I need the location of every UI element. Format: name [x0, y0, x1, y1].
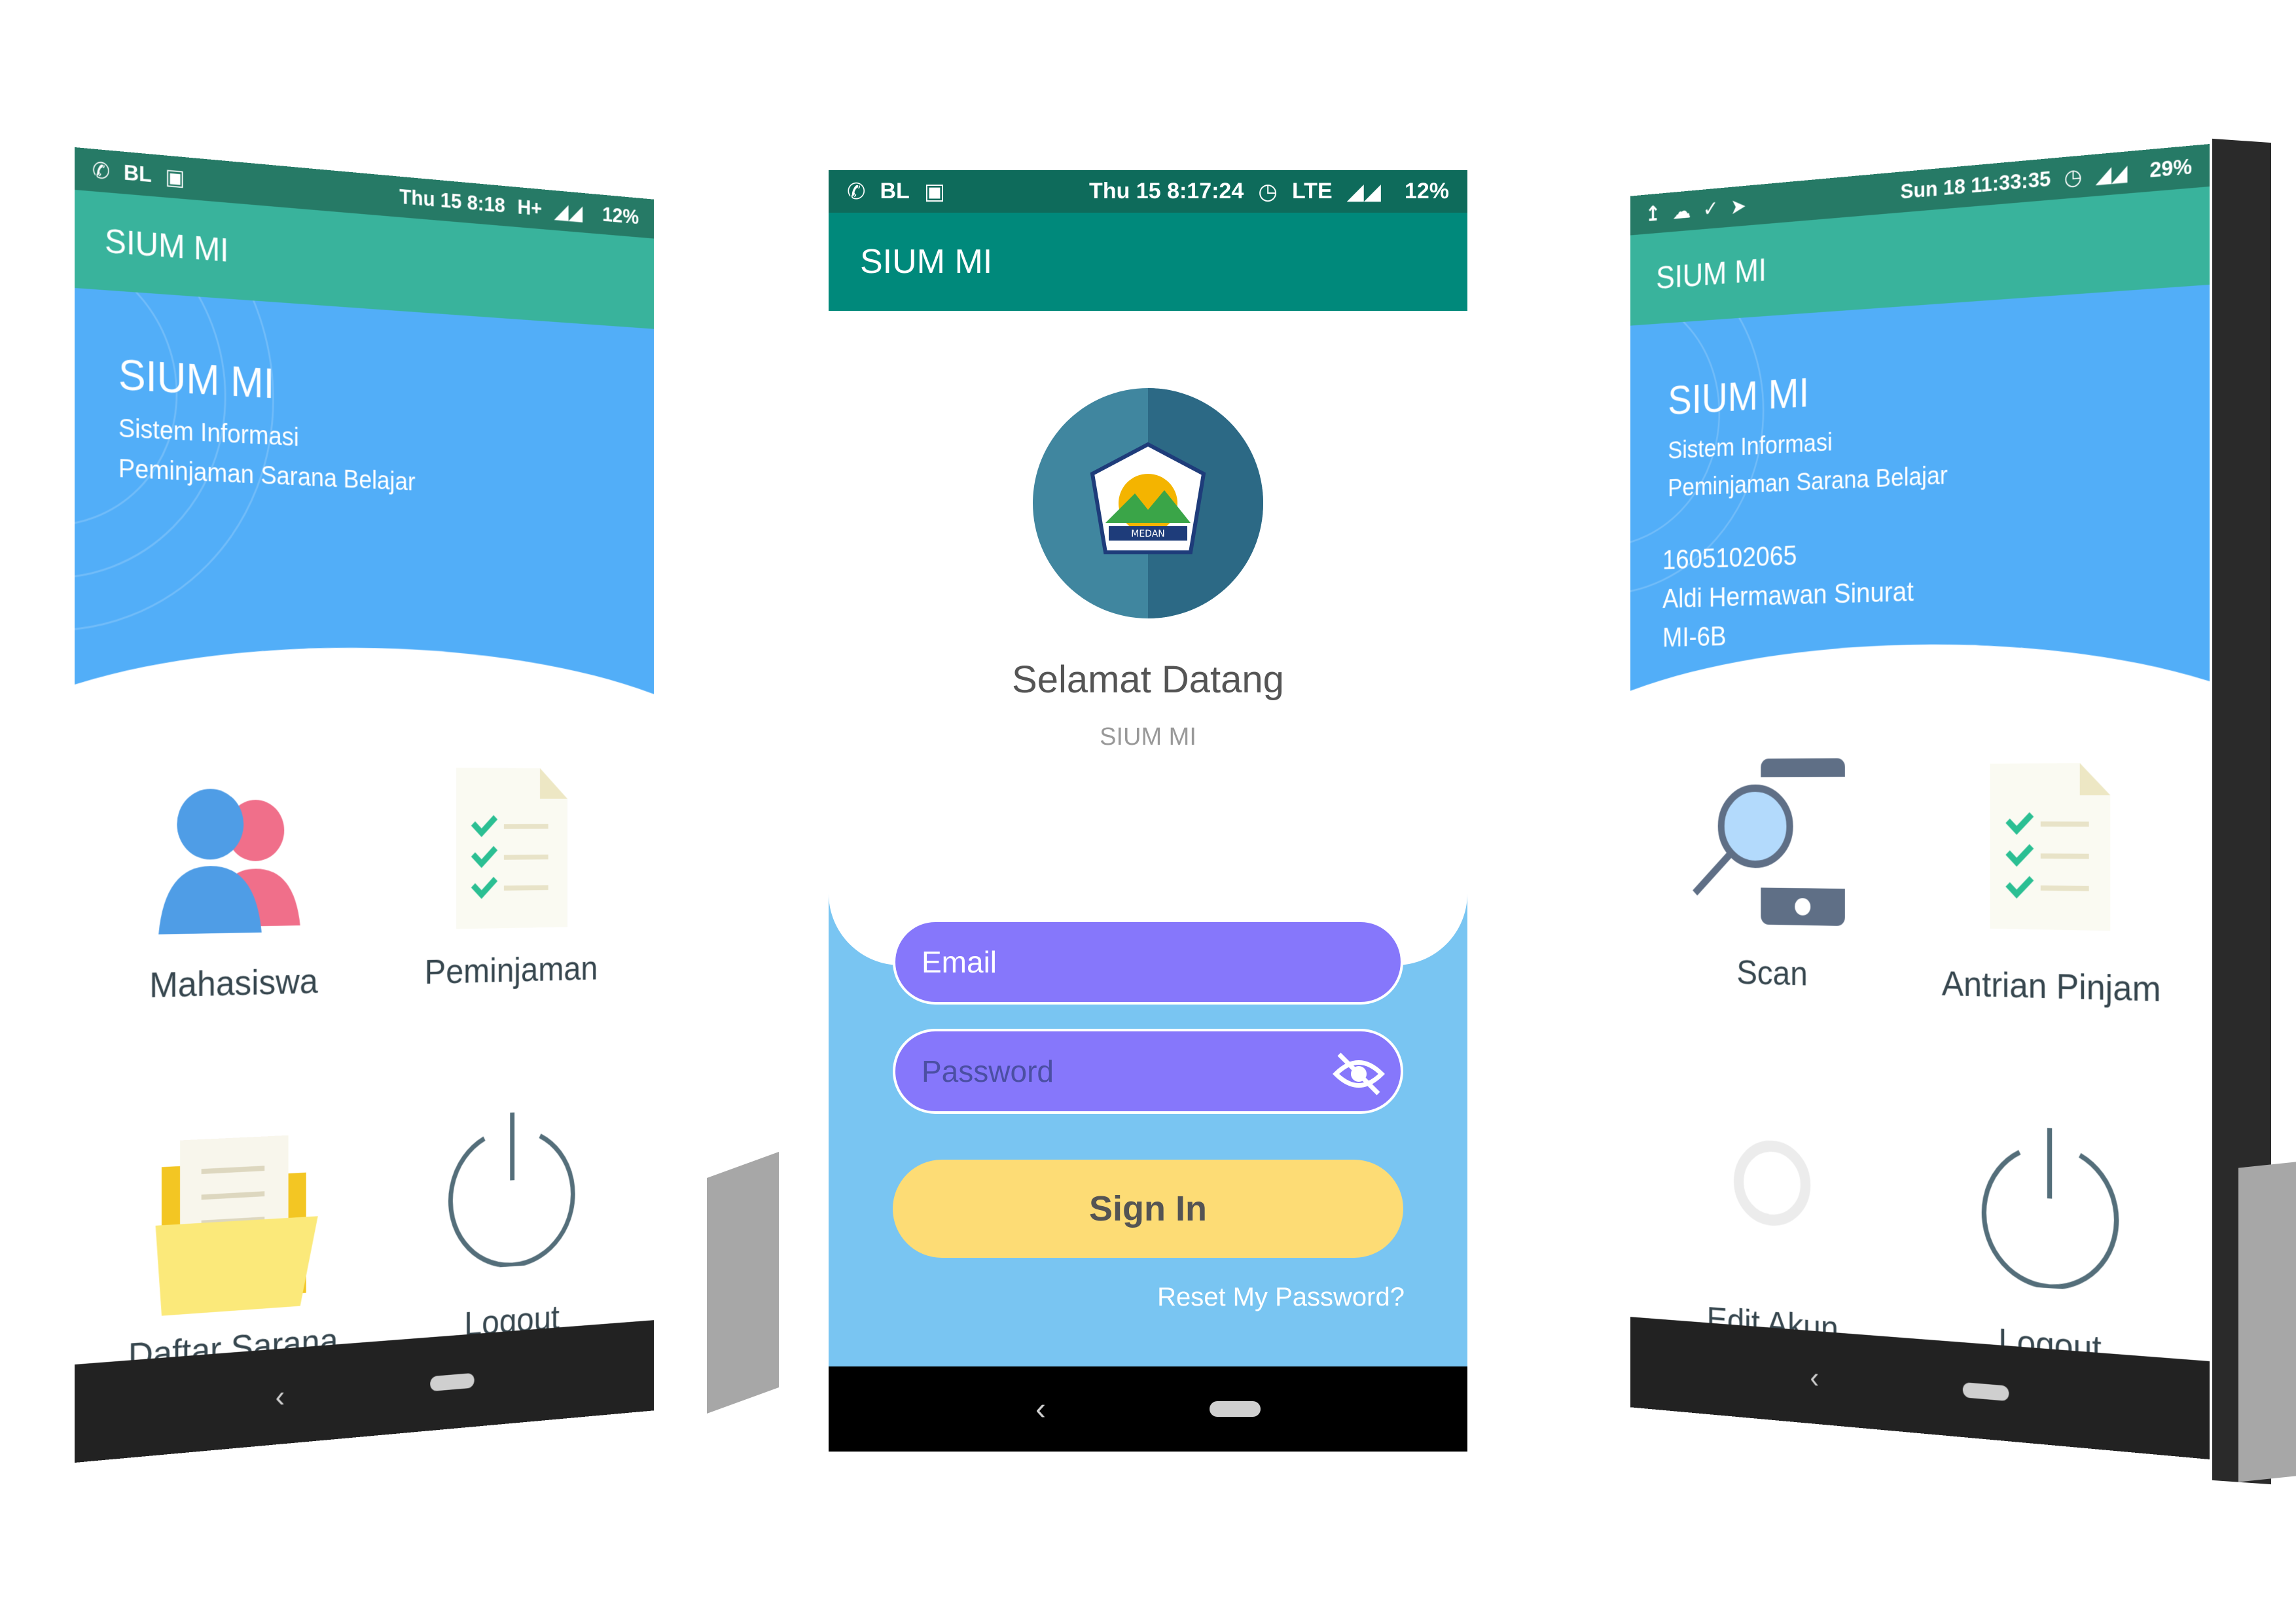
status-battery: 29% — [2149, 154, 2192, 183]
menu-logout[interactable]: Logout — [387, 1101, 632, 1350]
alarm-icon: ◷ — [2064, 164, 2082, 191]
menu-daftar-sarana[interactable]: Daftar Sarana — [99, 1119, 365, 1379]
app-title: SIUM MI — [860, 242, 992, 281]
signal-icon: ◢◢ — [554, 198, 583, 225]
status-carrier: BL — [880, 179, 910, 204]
alarm-icon: ◷ — [1258, 179, 1278, 205]
menu-peminjaman[interactable]: Peminjaman — [387, 755, 632, 993]
home-button[interactable] — [1963, 1382, 2009, 1401]
send-icon: ➤ — [1731, 193, 1746, 219]
logo-badge: MEDAN — [1033, 388, 1263, 618]
app-title: SIUM MI — [105, 222, 229, 270]
menu-antrian-pinjam[interactable]: Antrian Pinjam — [1920, 762, 2185, 1010]
user-name: Aldi Hermawan Sinurat — [1662, 572, 1914, 619]
politeknik-logo-icon: MEDAN — [1083, 438, 1213, 569]
phone-shadow — [707, 1152, 779, 1414]
logo-text: MEDAN — [1131, 529, 1165, 539]
back-icon[interactable]: ‹ — [276, 1379, 285, 1415]
sign-in-button[interactable]: Sign In — [893, 1160, 1403, 1258]
status-time: Thu 15 8:18 — [399, 185, 505, 218]
status-network: LTE — [1292, 179, 1333, 204]
phone-screen-home: ✆ BL ▣ Thu 15 8:18 H+ ◢◢ 12% SIUM MI SIU… — [75, 147, 654, 1463]
cloud-icon: ☁ — [1672, 198, 1691, 224]
eye-off-icon[interactable] — [1333, 1051, 1385, 1097]
email-field[interactable]: Email — [893, 919, 1403, 1005]
phone-screen-login: ✆ BL ▣ Thu 15 8:17:24 ◷ LTE ◢◢ 12% SIUM … — [829, 170, 1467, 1452]
status-carrier: BL — [124, 160, 152, 188]
menu-label: Scan — [1652, 950, 1897, 995]
hero-banner: SIUM MI Sistem Informasi Peminjaman Sara… — [1630, 285, 2210, 760]
app-title: SIUM MI — [1656, 251, 1767, 296]
scan-icon — [1689, 758, 1856, 932]
phone-shadow — [2238, 1162, 2296, 1482]
nav-bar: ‹ — [829, 1366, 1467, 1452]
status-battery: 12% — [1405, 179, 1449, 204]
user-class: MI-6B — [1662, 612, 1914, 658]
signal-icon: ◢◢ — [1347, 179, 1381, 205]
menu-edit-akun[interactable]: Edit Akun — [1652, 1104, 1897, 1353]
app-bar: SIUM MI — [829, 213, 1467, 311]
loading-spinner-icon — [1728, 1132, 1817, 1235]
back-icon[interactable]: ‹ — [1810, 1360, 1819, 1395]
checklist-icon — [450, 768, 573, 929]
checklist-icon — [1984, 763, 2116, 931]
status-time: Thu 15 8:17:24 — [1089, 179, 1244, 204]
back-icon[interactable]: ‹ — [1035, 1391, 1046, 1427]
sign-in-heading: Sign In — [893, 831, 1007, 874]
users-icon — [143, 772, 324, 941]
phone-screen-home-admin: ↥ ☁ ✓ ➤ Sun 18 11:33:35 ◷ ◢◢ 29% SIUM MI… — [1630, 144, 2210, 1459]
menu-mahasiswa[interactable]: Mahasiswa — [99, 759, 365, 1007]
whatsapp-icon: ✆ — [92, 157, 110, 185]
hero-subtitle: Sistem Informasi Peminjaman Sarana Belaj… — [1668, 417, 1947, 507]
power-icon — [439, 1103, 584, 1272]
hero-title: SIUM MI — [1668, 368, 1809, 423]
menu-scan[interactable]: Scan — [1652, 758, 1897, 996]
password-field[interactable]: Password — [893, 1029, 1403, 1114]
status-battery: 12% — [602, 203, 639, 230]
bag-icon: ▣ — [165, 164, 185, 191]
menu-logout[interactable]: Logout — [1920, 1116, 2185, 1376]
menu-label: Mahasiswa — [99, 959, 365, 1007]
status-time: Sun 18 11:33:35 — [1901, 167, 2051, 205]
home-button[interactable] — [430, 1373, 474, 1391]
welcome-heading: Selamat Datang — [829, 658, 1467, 702]
bag-icon: ▣ — [924, 179, 945, 205]
status-bar: ✆ BL ▣ Thu 15 8:17:24 ◷ LTE ◢◢ 12% — [829, 170, 1467, 213]
download-done-icon: ✓ — [1703, 196, 1719, 221]
folder-icon — [143, 1121, 324, 1324]
status-network: H+ — [518, 195, 543, 221]
email-placeholder: Email — [922, 944, 997, 980]
reset-password-link[interactable]: Reset My Password? — [1157, 1283, 1405, 1312]
menu-label: Antrian Pinjam — [1920, 962, 2185, 1010]
power-icon — [1972, 1118, 2128, 1294]
signal-icon: ◢◢ — [2096, 160, 2128, 188]
user-info: 1605102065 Aldi Hermawan Sinurat MI-6B — [1662, 531, 1914, 657]
hero-title: SIUM MI — [118, 349, 275, 408]
hero-banner: SIUM MI Sistem Informasi Peminjaman Sara… — [75, 288, 654, 763]
password-placeholder: Password — [922, 1054, 1054, 1089]
hero-subtitle: Sistem Informasi Peminjaman Sarana Belaj… — [118, 408, 416, 502]
whatsapp-icon: ✆ — [847, 179, 866, 205]
menu-label: Peminjaman — [387, 947, 632, 993]
app-name: SIUM MI — [829, 723, 1467, 751]
home-button[interactable] — [1210, 1401, 1261, 1417]
upload-icon: ↥ — [1645, 201, 1660, 226]
